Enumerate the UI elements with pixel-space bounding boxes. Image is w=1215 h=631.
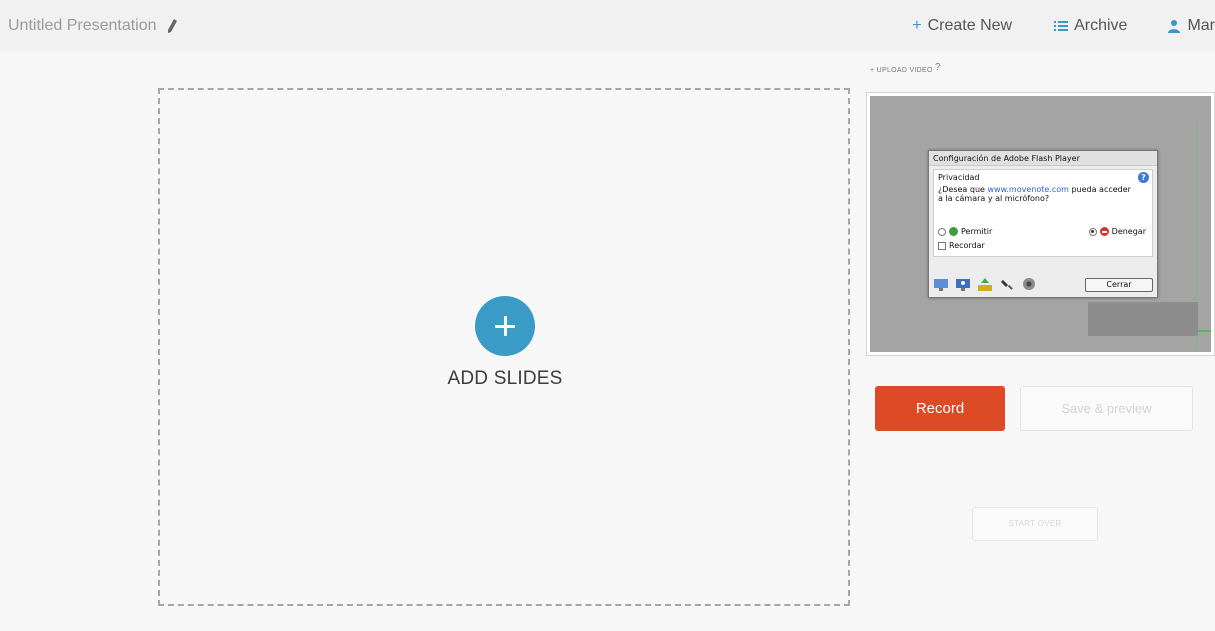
plus-circle-icon[interactable] [475, 296, 535, 356]
allow-radio[interactable] [938, 227, 946, 236]
deny-radio[interactable] [1088, 227, 1097, 236]
upload-video-label[interactable]: + UPLOAD VIDEO [870, 67, 933, 74]
display-icon[interactable] [933, 277, 949, 292]
pencil-icon[interactable] [166, 18, 178, 34]
flash-section-label: Privacidad [938, 173, 980, 182]
deny-option[interactable]: Denegar [1088, 227, 1146, 236]
upload-video-link[interactable]: + UPLOAD VIDEO ? [870, 62, 941, 74]
save-preview-button[interactable]: Save & preview [1020, 386, 1193, 431]
add-slides-button[interactable]: ADD SLIDES [444, 296, 566, 390]
help-icon[interactable]: ? [935, 62, 941, 73]
flash-dialog-toolbar: Cerrar [933, 277, 1153, 292]
privacy-icon[interactable] [955, 277, 971, 292]
microphone-icon[interactable] [999, 277, 1015, 292]
create-new-link[interactable]: + Create New [912, 17, 1012, 35]
record-button[interactable]: Record [875, 386, 1005, 431]
user-label: Mar [1187, 17, 1215, 34]
video-background-block [1088, 302, 1198, 336]
video-area: Configuración de Adobe Flash Player Priv… [870, 96, 1211, 352]
presentation-title[interactable]: Untitled Presentation [8, 17, 178, 35]
flash-question-link[interactable]: www.movenote.com [987, 185, 1068, 194]
remember-checkbox[interactable] [938, 241, 946, 250]
check-icon [949, 227, 958, 236]
flash-dialog-body: Privacidad ? ¿Desea que www.movenote.com… [933, 169, 1153, 257]
deny-icon [1099, 227, 1109, 236]
question-help-icon[interactable]: ? [1138, 172, 1149, 183]
top-bar: Untitled Presentation + Create New Archi… [0, 0, 1215, 52]
flash-dialog-title: Configuración de Adobe Flash Player [929, 151, 1157, 166]
video-background-accent [1196, 330, 1211, 332]
archive-link[interactable]: Archive [1054, 17, 1127, 35]
flash-question: ¿Desea que www.movenote.com pueda accede… [938, 185, 1138, 203]
video-preview-panel: Configuración de Adobe Flash Player Priv… [866, 92, 1215, 356]
deny-label: Denegar [1111, 227, 1146, 236]
user-menu[interactable]: Mar [1167, 17, 1215, 35]
top-nav: + Create New Archive Mar [912, 17, 1215, 35]
allow-label: Permitir [961, 227, 993, 236]
start-over-button[interactable]: START OVER [972, 507, 1098, 541]
presentation-title-text[interactable]: Untitled Presentation [8, 17, 157, 35]
flash-settings-dialog: Configuración de Adobe Flash Player Priv… [928, 150, 1158, 298]
create-new-label: Create New [927, 17, 1013, 34]
allow-option[interactable]: Permitir [938, 227, 992, 236]
storage-icon[interactable] [977, 277, 993, 292]
remember-label: Recordar [949, 241, 985, 250]
close-dialog-button[interactable]: Cerrar [1085, 277, 1153, 292]
user-icon [1168, 20, 1181, 33]
add-slides-label: ADD SLIDES [447, 368, 563, 389]
list-icon [1054, 21, 1069, 31]
permission-options: Permitir Denegar [938, 227, 1146, 236]
plus-icon: + [912, 17, 922, 34]
archive-label: Archive [1074, 17, 1128, 34]
flash-question-prefix: ¿Desea que [938, 185, 988, 194]
remember-option[interactable]: Recordar [938, 241, 985, 250]
camera-icon[interactable] [1021, 277, 1037, 292]
